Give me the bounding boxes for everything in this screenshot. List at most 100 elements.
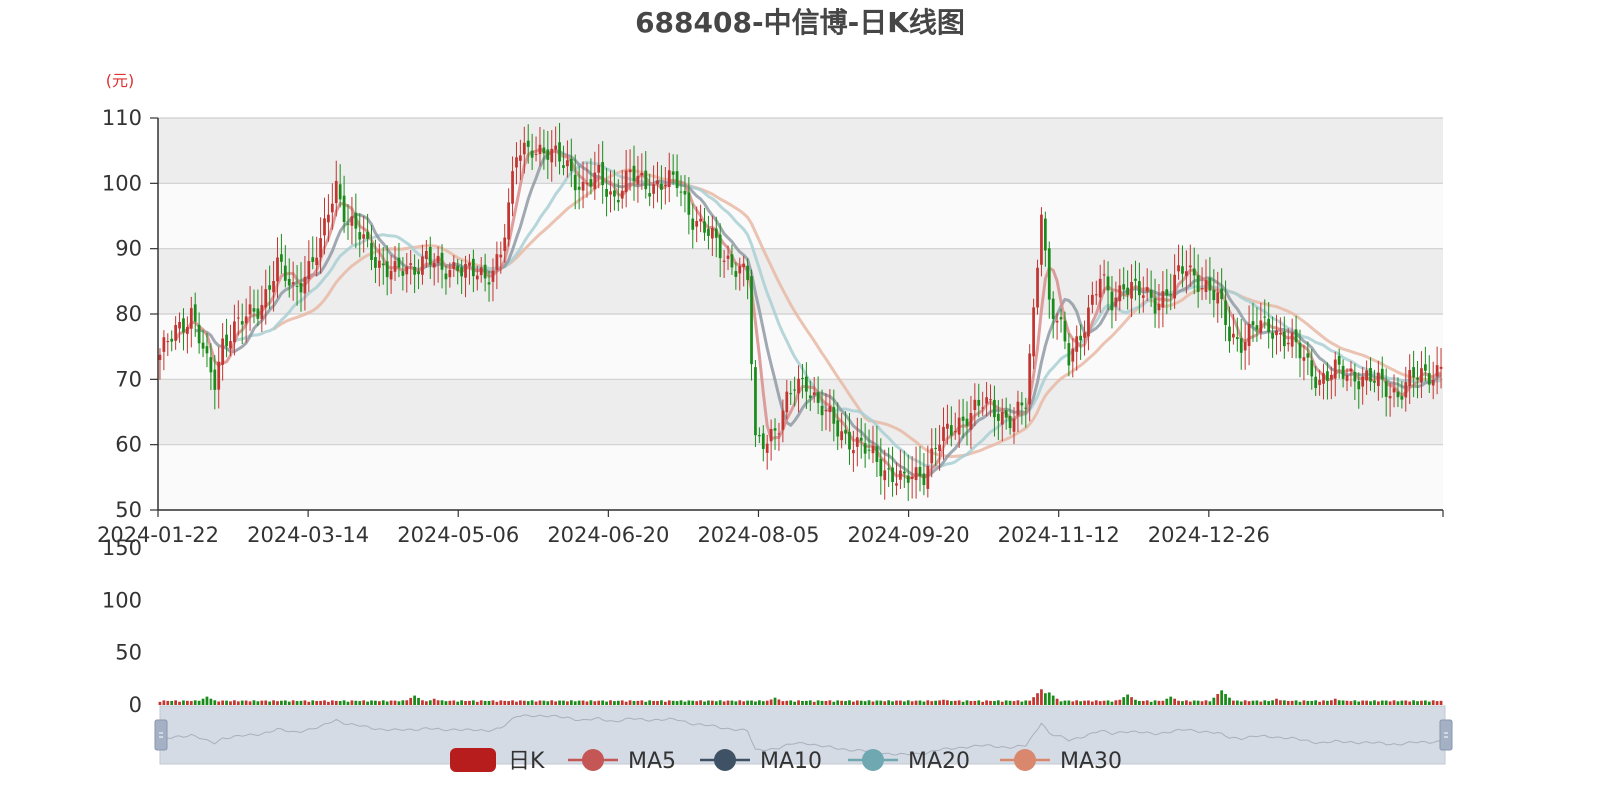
volume-bar [491,700,495,705]
volume-bar [773,697,777,705]
volume-bar [1126,694,1129,705]
volume-bar [1196,700,1200,705]
legend-ma10-label[interactable]: MA10 [760,749,822,774]
candle-body [503,237,507,251]
zoom-handle[interactable] [154,719,168,751]
candle-body [491,270,495,282]
volume-bar [1380,700,1384,705]
volume-bar [189,701,193,705]
volume-bar [1149,701,1153,705]
candle-body [475,275,479,280]
candle-body [1028,353,1032,405]
volume-bar [248,701,252,705]
legend-ma10-marker [714,749,736,771]
candle-body [934,447,938,449]
legend-ma20-label[interactable]: MA20 [908,749,970,774]
plot-band [158,248,1443,314]
candle-body [366,232,369,239]
y-axis-unit: (元) [106,71,135,90]
volume-bar [671,700,675,705]
volume-bar [1110,701,1114,705]
candle-body [891,467,894,483]
candle-body [158,354,162,361]
candle-body [785,391,789,413]
volume-bar [777,699,781,705]
candle-body [1239,338,1243,353]
candle-body [1208,277,1212,291]
volume-bar [475,701,479,705]
candle-body [757,435,761,437]
candle-body [424,250,428,259]
candle-body [354,212,358,229]
plot-band [158,118,1443,184]
volume-bar [554,701,558,705]
candle-body [370,242,373,260]
volume-bar [1392,700,1396,705]
volume-bar [1138,700,1141,705]
candle-body [938,444,941,452]
candle-body [993,399,996,418]
candle-body [1040,214,1043,265]
volume-bar [468,700,471,705]
volume-bar [781,701,785,705]
volume-bar [620,700,624,705]
volume-bar [1204,700,1208,705]
candle-body [530,150,534,158]
volume-bar [922,701,926,705]
volume-bar [1314,700,1318,705]
volume-bar [338,701,342,705]
candle-body [750,276,753,365]
volume-bar [1075,700,1079,705]
volume-bar [1427,701,1431,705]
candle-body [264,289,268,308]
candle-body [240,321,244,325]
volume-bar [593,701,597,705]
legend-ma20-marker [862,749,884,771]
candle-body [1298,342,1302,359]
volume-bar [1345,700,1349,705]
candle-body [710,228,714,239]
volume-bar [1329,700,1333,705]
volume-bar [1130,697,1133,705]
volume-bar [448,700,452,705]
volume-bar [272,700,275,705]
candle-body [695,221,699,227]
candle-body [616,199,620,203]
volume-bar [1134,699,1137,705]
candle-body [942,426,945,441]
candle-body [1416,377,1419,380]
candle-body [1412,367,1415,378]
candle-body [448,269,452,278]
candle-body [914,467,918,481]
volume-bar [1067,700,1071,705]
candle-body [193,304,197,322]
volume-bar [350,700,354,705]
volume-bar [577,700,581,705]
candle-body [1255,325,1259,330]
legend-ma5-label[interactable]: MA5 [628,749,676,774]
volume-bar [1106,700,1110,705]
candle-body [558,142,561,162]
volume-bar [1431,700,1435,705]
candle-body [507,202,511,240]
volume-tick-label: 150 [102,536,142,560]
volume-bar [1376,701,1380,705]
volume-y-axis: 0 50 100 150 [102,536,142,717]
chart-title: 688408-中信博-日K线图 [635,6,965,39]
volume-bar [1423,700,1427,705]
legend-k-label[interactable]: 日K [508,749,545,774]
volume-bar [969,700,973,705]
candle-body [327,214,330,223]
volume-bar [714,701,718,705]
zoom-handle[interactable] [1439,719,1453,751]
volume-series [158,689,1443,705]
candle-body [875,446,879,462]
candle-body [667,170,671,187]
legend-ma30-label[interactable]: MA30 [1060,749,1122,774]
candle-body [1310,360,1314,377]
volume-bar [609,700,612,705]
candle-body [801,377,804,379]
volume-bar [1118,699,1122,705]
candle-body [1004,410,1008,418]
volume-bar [628,700,632,705]
